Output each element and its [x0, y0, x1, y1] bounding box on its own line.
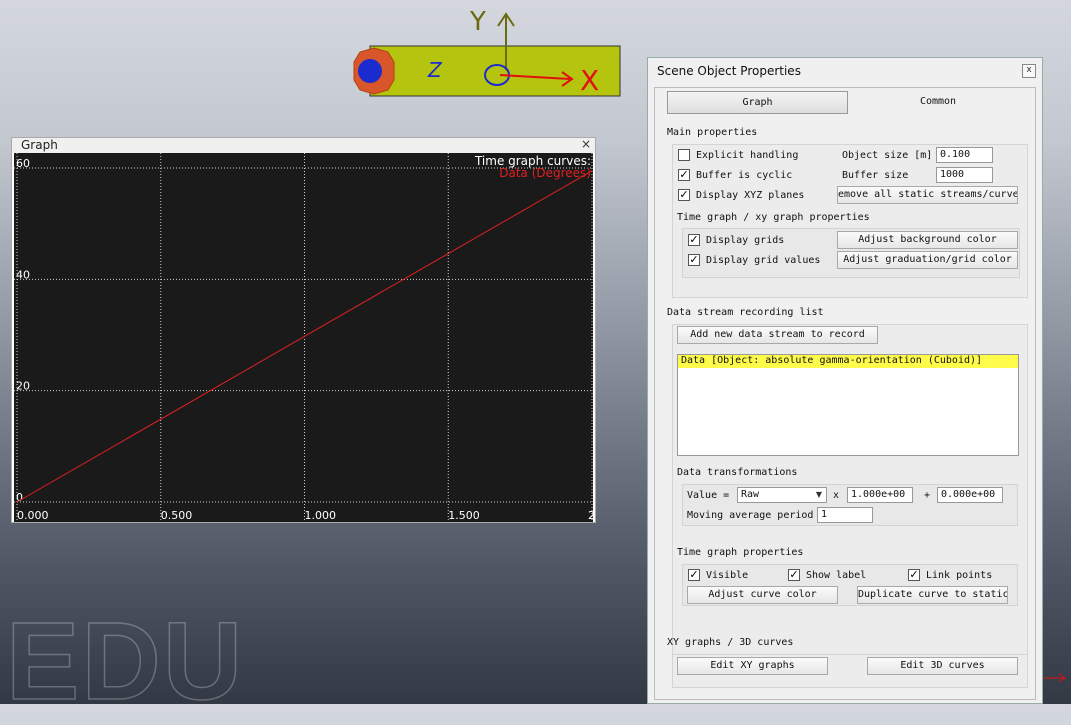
dialog-close-button[interactable]: x	[1022, 64, 1036, 78]
object-size-label: Object size [m]	[842, 150, 933, 161]
add-data-stream-button[interactable]: Add new data stream to record	[677, 326, 878, 344]
buffer-cyclic-label: Buffer is cyclic	[696, 170, 793, 181]
value-label: Value =	[687, 490, 730, 501]
xy-graphs-heading: XY graphs / 3D curves	[667, 637, 794, 648]
graph-close-button[interactable]: ×	[581, 137, 591, 151]
buffer-cyclic-checkbox[interactable]: ✓	[678, 169, 690, 181]
graph-title: Graph	[21, 138, 58, 152]
y-tick-label: 40	[16, 268, 30, 281]
legend-entry-data: Data (Degrees)	[499, 166, 591, 180]
adjust-graduation-color-button[interactable]: Adjust graduation/grid color	[837, 251, 1018, 269]
display-grid-values-checkbox[interactable]: ✓	[688, 254, 700, 266]
plus-sign: +	[924, 490, 931, 501]
display-grid-values-label: Display grid values	[706, 255, 821, 266]
x-tick-label: 1.500	[448, 509, 480, 522]
time-graph-properties-heading: Time graph properties	[677, 547, 804, 558]
display-grids-checkbox[interactable]: ✓	[688, 234, 700, 246]
show-label-checkbox[interactable]: ✓	[788, 569, 800, 581]
data-transformations-heading: Data transformations	[677, 467, 798, 478]
y-tick-label: 60	[16, 157, 30, 170]
edit-3d-curves-button[interactable]: Edit 3D curves	[867, 657, 1018, 675]
multiplier-input[interactable]: 1.000e+00	[847, 487, 913, 503]
time-graph-xy-heading: Time graph / xy graph properties	[677, 212, 870, 223]
data-stream-item-label: Data [Object: absolute gamma-orientation…	[681, 355, 983, 366]
object-size-input[interactable]: 0.100	[936, 147, 993, 163]
scene-object-view: Y Z X	[353, 7, 621, 97]
adjust-background-color-button[interactable]: Adjust background color	[837, 231, 1018, 249]
explicit-handling-checkbox[interactable]	[678, 149, 690, 161]
display-xyz-planes-label: Display XYZ planes	[696, 190, 805, 201]
show-label-label: Show label	[806, 570, 867, 581]
display-grids-label: Display grids	[706, 235, 785, 246]
x-tick-label: 0.000	[17, 509, 49, 522]
graph-object-center	[358, 59, 382, 83]
data-stream-list-item[interactable]: Data [Object: absolute gamma-orientation…	[678, 355, 1018, 368]
visible-label: Visible	[706, 570, 749, 581]
world-x-axis-indicator	[1044, 673, 1066, 682]
graph-window: Graph × 0.000 0.500 1.000 1.500 2 0 20 40 60 Tim…	[11, 137, 596, 523]
main-properties-heading: Main properties	[667, 127, 758, 138]
buffer-size-label: Buffer size	[842, 170, 909, 181]
graph-titlebar[interactable]: Graph ×	[12, 137, 595, 153]
moving-average-label: Moving average period	[687, 510, 814, 521]
edu-watermark: EDU	[5, 599, 245, 724]
world-x-axis-arrow	[1044, 673, 1066, 682]
value-select-current: Raw	[741, 489, 760, 500]
dialog-content: Graph Common Main properties Explicit ha…	[654, 87, 1036, 700]
value-select[interactable]: Raw ▼	[737, 487, 827, 503]
remove-static-streams-button[interactable]: emove all static streams/curve	[837, 186, 1018, 204]
display-xyz-planes-checkbox[interactable]: ✓	[678, 189, 690, 201]
x-tick-label: 2	[588, 509, 593, 522]
scene-object-properties-dialog: Scene Object Properties x Graph Common M…	[647, 57, 1043, 704]
link-points-label: Link points	[926, 570, 993, 581]
edit-xy-graphs-button[interactable]: Edit XY graphs	[677, 657, 828, 675]
y-axis-label: Y	[469, 7, 486, 37]
offset-input[interactable]: 0.000e+00	[937, 487, 1003, 503]
multiply-sign: x	[833, 490, 840, 501]
duplicate-curve-button[interactable]: Duplicate curve to static	[857, 586, 1008, 604]
tab-common[interactable]: Common	[855, 91, 1021, 114]
x-tick-label: 0.500	[161, 509, 193, 522]
x-tick-label: 1.000	[305, 509, 337, 522]
time-graph-plot: 0.000 0.500 1.000 1.500 20204060 Time graph …	[14, 153, 593, 522]
z-axis-label: Z	[427, 58, 443, 82]
dialog-title: Scene Object Properties	[657, 64, 801, 78]
buffer-size-input[interactable]: 1000	[936, 167, 993, 183]
link-points-checkbox[interactable]: ✓	[908, 569, 920, 581]
visible-checkbox[interactable]: ✓	[688, 569, 700, 581]
data-stream-list[interactable]: Data [Object: absolute gamma-orientation…	[677, 354, 1019, 456]
chevron-down-icon: ▼	[815, 490, 822, 499]
x-axis-label: X	[580, 64, 599, 97]
adjust-curve-color-button[interactable]: Adjust curve color	[687, 586, 838, 604]
moving-average-input[interactable]: 1	[817, 507, 873, 523]
explicit-handling-label: Explicit handling	[696, 150, 799, 161]
data-stream-heading: Data stream recording list	[667, 307, 824, 318]
y-tick-label: 20	[16, 380, 30, 393]
tab-graph[interactable]: Graph	[667, 91, 848, 114]
